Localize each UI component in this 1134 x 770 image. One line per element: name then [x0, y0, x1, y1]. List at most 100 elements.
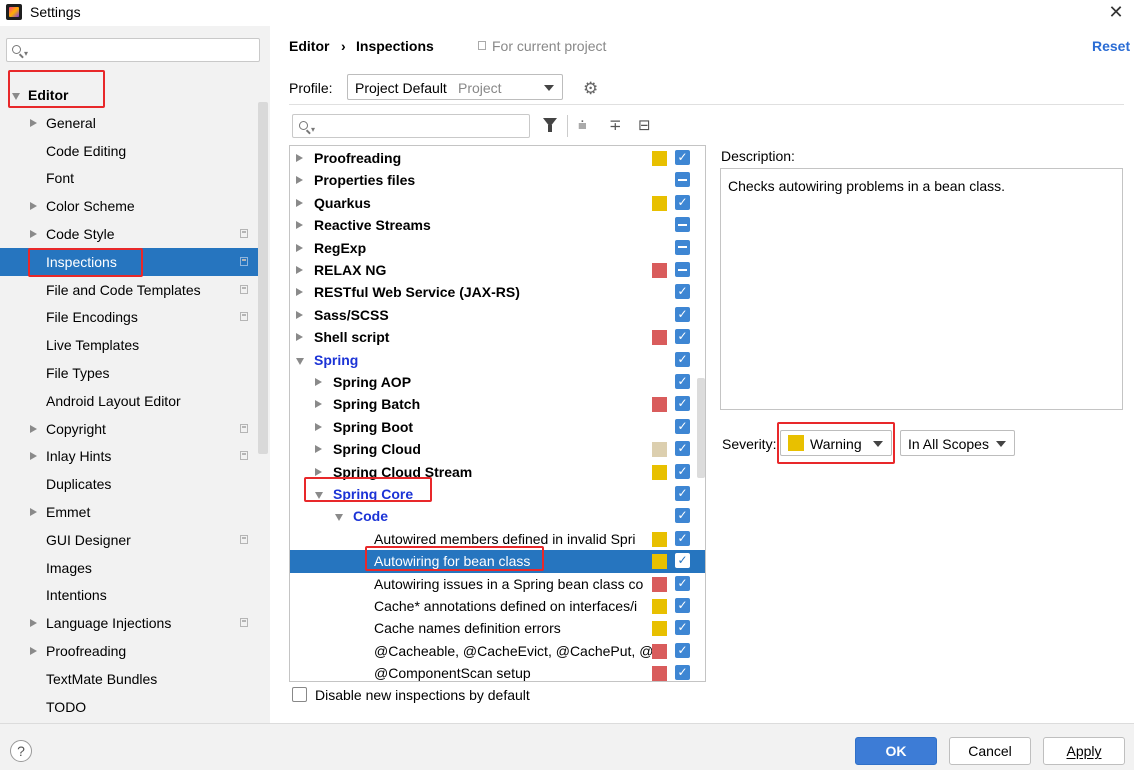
inspection-checkbox[interactable]: ✓ [675, 329, 690, 345]
sidebar-item-images[interactable]: Images [0, 554, 258, 582]
sidebar-item-color-scheme[interactable]: Color Scheme [0, 192, 258, 220]
tree-scrollbar[interactable] [697, 378, 705, 478]
inspection-search-input[interactable]: ▾ [292, 114, 530, 138]
close-icon[interactable]: ✕ [1104, 0, 1128, 24]
inspection-row[interactable]: RESTful Web Service (JAX-RS) ✓ [290, 281, 705, 303]
expand-right-icon[interactable] [315, 422, 322, 431]
expand-right-icon[interactable] [296, 333, 303, 342]
expand-right-icon[interactable] [296, 198, 303, 207]
inspection-checkbox[interactable]: ✓ [675, 486, 690, 501]
inspection-checkbox[interactable]: ✓ [675, 553, 690, 569]
inspection-checkbox[interactable]: ✓ [675, 351, 690, 367]
inspection-row[interactable]: @Cacheable, @CacheEvict, @CachePut, @ ✓ [290, 640, 705, 662]
inspection-row[interactable]: Spring Cloud ✓ [290, 438, 705, 460]
expand-right-icon[interactable] [296, 221, 303, 230]
inspection-row[interactable]: Sass/SCSS ✓ [290, 304, 705, 326]
settings-search-input[interactable]: ▾ [6, 38, 260, 62]
inspection-row[interactable]: @ComponentScan setup ✓ [290, 662, 705, 681]
expand-right-icon[interactable] [296, 154, 303, 162]
inspection-row[interactable]: Spring Boot ✓ [290, 416, 705, 438]
sidebar-item-android-layout-editor[interactable]: Android Layout Editor [0, 387, 258, 415]
inspection-checkbox[interactable] [675, 217, 690, 233]
inspection-checkbox[interactable] [675, 172, 690, 188]
sidebar-item-duplicates[interactable]: Duplicates [0, 470, 258, 498]
sidebar-item-editor[interactable]: Editor [0, 81, 258, 109]
inspection-checkbox[interactable]: ✓ [675, 620, 690, 636]
inspection-row[interactable]: Spring Batch ✓ [290, 393, 705, 415]
inspection-checkbox[interactable]: ✓ [675, 463, 690, 479]
expand-down-icon[interactable] [335, 514, 343, 522]
inspection-row[interactable]: RegExp [290, 237, 705, 259]
inspection-checkbox[interactable]: ✓ [675, 508, 690, 524]
sidebar-item-file-types[interactable]: File Types [0, 359, 258, 387]
sidebar-item-language-injections[interactable]: Language Injections [0, 609, 258, 637]
breadcrumb-editor[interactable]: Editor [289, 38, 329, 54]
cancel-button[interactable]: Cancel [949, 737, 1031, 765]
apply-button[interactable]: Apply [1043, 737, 1125, 765]
inspection-row[interactable]: RELAX NG [290, 259, 705, 281]
inspection-checkbox[interactable]: ✓ [675, 396, 690, 412]
inspection-checkbox[interactable]: ✓ [675, 284, 690, 300]
expand-right-icon[interactable] [315, 378, 322, 386]
inspection-checkbox[interactable]: ✓ [675, 418, 690, 434]
expand-all-icon[interactable]: ⩧ [578, 118, 587, 133]
sidebar-item-textmate-bundles[interactable]: TextMate Bundles [0, 665, 258, 693]
sidebar-item-gui-designer[interactable]: GUI Designer [0, 526, 258, 554]
expand-right-icon[interactable] [296, 310, 303, 319]
inspection-checkbox[interactable] [675, 239, 690, 255]
ok-button[interactable]: OK [855, 737, 937, 765]
expand-right-icon[interactable] [30, 619, 37, 628]
inspection-row[interactable]: Proofreading ✓ [290, 147, 705, 169]
expand-down-icon[interactable] [315, 492, 323, 499]
inspection-row[interactable]: Code ✓ [290, 505, 705, 527]
inspection-row[interactable]: Spring AOP ✓ [290, 371, 705, 393]
sidebar-item-code-editing[interactable]: Code Editing [0, 137, 258, 165]
reset-link[interactable]: Reset [1092, 38, 1130, 54]
disable-new-inspections-label[interactable]: Disable new inspections by default [315, 687, 530, 703]
sidebar-item-live-templates[interactable]: Live Templates [0, 331, 258, 359]
sidebar-item-proofreading[interactable]: Proofreading [0, 637, 258, 665]
expand-right-icon[interactable] [30, 424, 37, 433]
expand-right-icon[interactable] [30, 230, 37, 238]
expand-right-icon[interactable] [30, 118, 37, 127]
reset-to-default-icon[interactable]: ⊟ [638, 118, 651, 133]
collapse-all-icon[interactable]: ∓ [609, 118, 622, 133]
sidebar-item-general[interactable]: General [0, 109, 258, 137]
sidebar-item-code-style[interactable]: Code Style [0, 220, 258, 248]
inspection-checkbox[interactable]: ✓ [675, 575, 690, 591]
inspection-checkbox[interactable]: ✓ [675, 642, 690, 658]
expand-right-icon[interactable] [315, 467, 322, 476]
sidebar-item-inlay-hints[interactable]: Inlay Hints [0, 442, 258, 470]
inspection-checkbox[interactable]: ✓ [675, 665, 690, 681]
inspection-checkbox[interactable]: ✓ [675, 194, 690, 210]
inspection-row[interactable]: Shell script ✓ [290, 326, 705, 348]
inspection-row[interactable]: Cache names definition errors ✓ [290, 617, 705, 639]
inspection-checkbox[interactable]: ✓ [675, 150, 690, 165]
expand-right-icon[interactable] [30, 647, 37, 655]
inspection-row[interactable]: Spring Cloud Stream ✓ [290, 461, 705, 483]
gear-icon[interactable]: ⚙ [583, 80, 598, 97]
inspection-row[interactable]: Reactive Streams [290, 214, 705, 236]
sidebar-item-font[interactable]: Font [0, 164, 258, 192]
filter-icon[interactable] [543, 118, 557, 132]
inspection-row[interactable]: Cache* annotations defined on interfaces… [290, 595, 705, 617]
inspection-row[interactable]: Autowiring issues in a Spring bean class… [290, 573, 705, 595]
sidebar-item-emmet[interactable]: Emmet [0, 498, 258, 526]
expand-right-icon[interactable] [296, 266, 303, 274]
expand-right-icon[interactable] [296, 243, 303, 252]
expand-right-icon[interactable] [296, 176, 303, 185]
sidebar-item-copyright[interactable]: Copyright [0, 415, 258, 443]
inspection-row[interactable]: Spring Core ✓ [290, 483, 705, 505]
expand-right-icon[interactable] [315, 400, 322, 409]
inspection-row[interactable]: Autowiring for bean class ✓ [290, 550, 705, 573]
expand-down-icon[interactable] [12, 93, 20, 100]
expand-right-icon[interactable] [315, 445, 322, 454]
sidebar-scrollbar[interactable] [258, 102, 268, 454]
inspection-row[interactable]: Quarkus ✓ [290, 192, 705, 214]
inspection-checkbox[interactable]: ✓ [675, 306, 690, 322]
inspection-checkbox[interactable]: ✓ [675, 530, 690, 546]
inspection-checkbox[interactable]: ✓ [675, 374, 690, 389]
sidebar-item-file-and-code-templates[interactable]: File and Code Templates [0, 276, 258, 304]
help-button[interactable]: ? [10, 740, 32, 762]
sidebar-item-file-encodings[interactable]: File Encodings [0, 303, 258, 331]
